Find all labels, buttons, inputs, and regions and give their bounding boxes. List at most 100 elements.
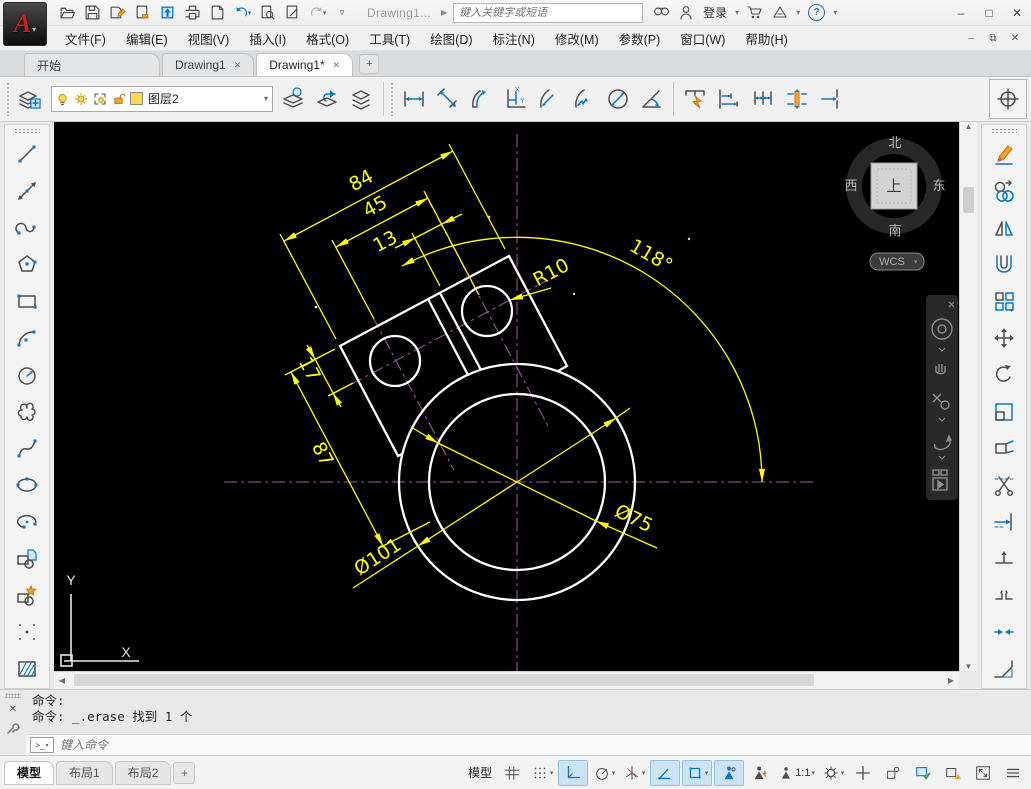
scroll-up-icon[interactable]: ▲ [961,122,977,131]
cart-icon[interactable] [747,5,764,20]
trim-button[interactable] [987,468,1021,502]
workspace-switching-button[interactable]: ▾ [819,761,847,785]
wrench-icon[interactable] [6,721,20,735]
help-icon[interactable]: ? [808,4,825,21]
tab-drawing1[interactable]: Drawing1✕ [162,53,254,76]
save-as-button[interactable] [106,3,128,23]
crosshair-button[interactable] [849,761,877,785]
doc-minimize-button[interactable]: – [961,29,981,47]
offset-button[interactable] [987,247,1021,281]
layer-on-icon[interactable] [56,92,69,106]
search-icon[interactable] [653,5,671,20]
performance-monitor-button[interactable] [939,761,967,785]
join-button[interactable] [987,615,1021,649]
doc-restore-button[interactable]: ⧉ [983,29,1003,47]
menu-parametric[interactable]: 参数(P) [609,26,671,51]
menu-view[interactable]: 视图(V) [178,26,240,51]
a360-icon[interactable] [772,5,788,20]
more-commands-button[interactable]: ▿ [331,3,353,23]
vertical-scrollbar[interactable]: ▲ ▼ [959,122,977,671]
preview-button[interactable] [256,3,278,23]
stretch-button[interactable] [987,431,1021,465]
diameter-dimension-button[interactable] [601,81,635,117]
polygon-button[interactable] [10,247,44,281]
new-layout-button[interactable]: + [173,762,195,784]
grid-toggle[interactable] [498,761,526,785]
break-at-point-button[interactable] [987,542,1021,576]
ortho-toggle[interactable] [558,760,588,786]
fullscreen-button[interactable] [969,761,997,785]
copy-button[interactable] [987,174,1021,208]
command-prompt-icon[interactable]: >_▾ [30,737,54,753]
menu-insert[interactable]: 插入(I) [239,26,296,51]
scale-button[interactable] [987,395,1021,429]
print-button[interactable] [181,3,203,23]
scroll-left-icon[interactable]: ◀ [54,676,70,685]
radius-dimension-button[interactable] [533,81,567,117]
layer-select[interactable]: 图层2 ▾ [51,86,273,112]
minimize-button[interactable]: – [947,2,975,24]
viewcube-west-label[interactable]: 西 [844,178,857,193]
make-object-layer-current-button[interactable] [277,81,311,117]
polar-tracking-toggle[interactable]: ▾ [590,761,618,785]
layer-properties-button[interactable] [13,81,47,117]
rotate-button[interactable] [987,358,1021,392]
aligned-dimension-button[interactable] [431,81,465,117]
menu-edit[interactable]: 编辑(E) [116,26,178,51]
rectangle-button[interactable] [10,284,44,318]
customization-button[interactable] [999,761,1027,785]
chevron-down-icon[interactable]: ▾ [264,94,268,103]
arc-length-dimension-button[interactable] [465,81,499,117]
tab-drawing1-star[interactable]: Drawing1*✕ [256,53,353,76]
viewcube-east-label[interactable]: 东 [932,178,945,193]
close-button[interactable]: ✕ [1003,2,1031,24]
drawing-canvas[interactable]: 84 45 13 17 87 R10 118° Ø101 Ø75 北 南 [54,122,959,671]
tab-start[interactable]: 开始 [24,53,160,76]
layer-match-button[interactable] [345,81,379,117]
array-button[interactable] [987,284,1021,318]
layout-tab-1[interactable]: 布局1 [56,761,113,785]
baseline-dimension-button[interactable] [712,81,746,117]
chevron-down-icon[interactable]: ▾ [323,9,327,17]
open-button[interactable] [56,3,78,23]
close-icon[interactable]: ✕ [333,60,341,71]
close-icon[interactable]: ✕ [9,704,17,715]
line-button[interactable] [10,137,44,171]
save-button[interactable] [81,3,103,23]
isolate-objects-button[interactable] [879,761,907,785]
hatch-button[interactable] [10,652,44,686]
quick-dimension-button[interactable] [678,81,712,117]
chamfer-button[interactable] [987,652,1021,686]
chevron-down-icon[interactable]: ▾ [796,8,800,17]
linear-dimension-button[interactable] [397,81,431,117]
scroll-down-icon[interactable]: ▼ [961,662,977,671]
layer-color-swatch[interactable] [130,92,143,105]
ellipse-arc-button[interactable] [10,505,44,539]
user-icon[interactable] [679,5,693,20]
point-button[interactable] [10,615,44,649]
vertical-scroll-thumb[interactable] [963,187,974,213]
erase-button[interactable] [987,137,1021,171]
unlock-icon[interactable] [112,92,125,106]
chevron-down-icon[interactable]: ▾ [248,9,252,17]
layout-tab-model[interactable]: 模型 [4,761,54,785]
markup-button[interactable] [281,3,303,23]
maximize-button[interactable]: □ [975,2,1003,24]
undo-button[interactable]: ▾ [231,3,253,23]
object-snap-tracking-toggle[interactable] [650,760,680,786]
chevron-down-icon[interactable]: ▾ [833,8,837,17]
command-grip[interactable] [5,693,21,698]
arc-button[interactable] [10,321,44,355]
layer-thaw-icon[interactable] [74,92,88,106]
plot-sheet-button[interactable] [131,3,153,23]
model-space-toggle[interactable]: 模型 [464,764,496,781]
break-button[interactable] [987,579,1021,613]
menu-dimension[interactable]: 标注(N) [483,26,545,51]
insert-block-button[interactable] [10,542,44,576]
continue-dimension-button[interactable] [746,81,780,117]
new-tab-button[interactable]: + [359,54,379,74]
angular-dimension-button[interactable] [635,81,669,117]
viewcube-south-label[interactable]: 南 [888,223,901,238]
upload-button[interactable] [156,3,178,23]
search-input[interactable] [453,3,643,23]
